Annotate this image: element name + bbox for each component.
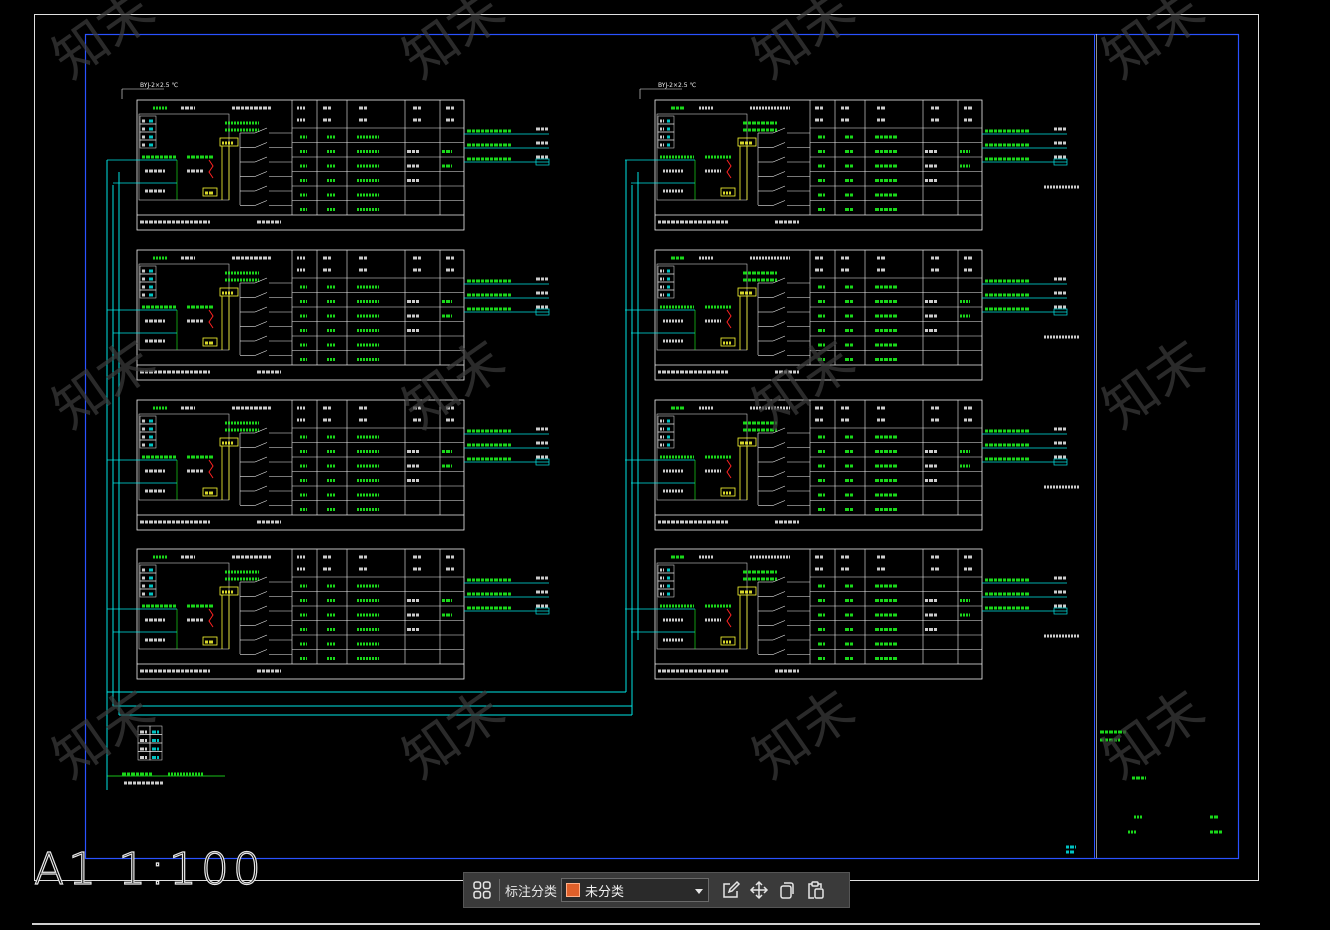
cad-drawing-canvas[interactable]: BYJ-2×2.5 ℃ BYJ-2×2.5 ℃ 知末 知末 知末 知末知末 知末 知末 知末知… bbox=[0, 0, 1330, 930]
move-icon[interactable] bbox=[745, 876, 773, 904]
svg-text:BYJ-2×2.5 ℃: BYJ-2×2.5 ℃ bbox=[658, 82, 696, 89]
category-label: 标注分类 bbox=[505, 884, 558, 900]
svg-text:BYJ-2×2.5 ℃: BYJ-2×2.5 ℃ bbox=[140, 82, 178, 89]
edit-icon[interactable] bbox=[717, 876, 745, 904]
chevron-down-icon bbox=[694, 881, 704, 900]
grid-icon[interactable] bbox=[468, 876, 496, 904]
category-select[interactable]: 未分类 bbox=[561, 878, 710, 902]
copy-icon[interactable] bbox=[773, 876, 801, 904]
scale-label: A1 1:100 bbox=[33, 844, 265, 895]
category-color-swatch bbox=[566, 883, 581, 897]
category-select-value: 未分类 bbox=[585, 884, 625, 900]
annotation-toolbar: 标注分类 未分类 bbox=[463, 872, 850, 908]
paste-icon[interactable] bbox=[801, 876, 829, 904]
bottom-edge-line bbox=[32, 923, 1260, 925]
toolbar-separator bbox=[499, 879, 500, 901]
